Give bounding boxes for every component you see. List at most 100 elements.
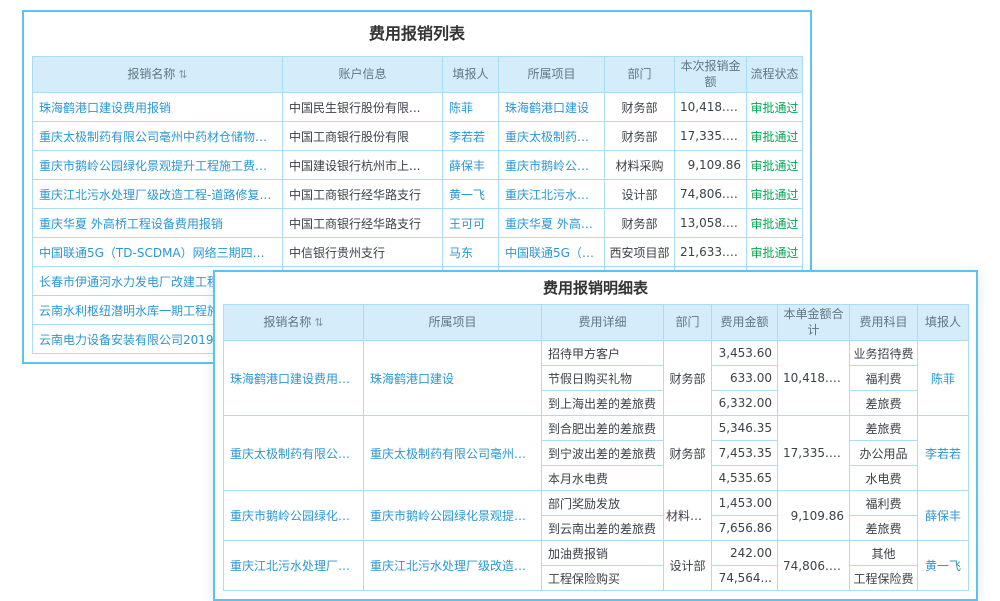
expense-amount-cell: 7,453.35 (712, 441, 778, 466)
table-row: 重庆市鹅岭公园绿化景观提升工程施工费用报销 中国建设银行杭州市上... 薛保丰 … (33, 151, 803, 180)
expense-detail-title: 费用报销明细表 (223, 272, 968, 304)
expense-detail-cell: 工程保险购买 (542, 566, 664, 591)
project-link[interactable]: 珠海鹤港口建设 (499, 93, 605, 122)
reporter-link[interactable]: 王可可 (443, 209, 499, 238)
project-link[interactable]: 重庆华夏 外高桥工程设备 (499, 209, 605, 238)
expense-subject-cell: 办公用品 (850, 441, 918, 466)
dept-cell: 财务部 (664, 341, 712, 416)
reporter-link[interactable]: 陈菲 (443, 93, 499, 122)
col-header-amount: 本次报销金额 (675, 57, 747, 93)
reimburse-name-link[interactable]: 中国联通5G（TD-SCDMA）网络三期四川工程费... (33, 238, 283, 267)
total-amount-cell: 9,109.86 (778, 491, 850, 541)
expense-detail-cell: 招待甲方客户 (542, 341, 664, 366)
dept-cell: 材料采购 (605, 151, 675, 180)
sort-icon[interactable]: ⇅ (178, 68, 187, 82)
col-header-status: 流程状态 (747, 57, 803, 93)
amount-cell: 13,058.45 (675, 209, 747, 238)
project-link[interactable]: 珠海鹤港口建设 (364, 341, 542, 416)
expense-detail-cell: 本月水电费 (542, 466, 664, 491)
expense-amount-cell: 5,346.35 (712, 416, 778, 441)
reporter-link[interactable]: 马东 (443, 238, 499, 267)
project-link[interactable]: 重庆太极制药有限公司亳州中... (499, 122, 605, 151)
expense-detail-cell: 部门奖励发放 (542, 491, 664, 516)
reimburse-name-link[interactable]: 重庆江北污水处理厂级改造工程-道路修复工程费用... (33, 180, 283, 209)
expense-detail-cell: 到上海出差的差旅费 (542, 391, 664, 416)
amount-cell: 9,109.86 (675, 151, 747, 180)
reporter-link[interactable]: 李若若 (443, 122, 499, 151)
status-cell: 审批通过 (747, 122, 803, 151)
reimburse-name-link[interactable]: 重庆市鹅岭公园绿化景观提升工程施工费用报销 (224, 491, 364, 541)
project-link[interactable]: 重庆江北污水处理厂级改造工... (499, 180, 605, 209)
col-header-account: 账户信息 (283, 57, 443, 93)
reimburse-name-link[interactable]: 珠海鹤港口建设费用报销 (33, 93, 283, 122)
expense-detail-cell: 节假日购买礼物 (542, 366, 664, 391)
reporter-link[interactable]: 李若若 (918, 416, 969, 491)
status-cell: 审批通过 (747, 209, 803, 238)
col-header-detail: 费用详细 (542, 305, 664, 341)
expense-amount-cell: 4,535.65 (712, 466, 778, 491)
col-header-dept: 部门 (605, 57, 675, 93)
col-header-project: 所属项目 (499, 57, 605, 93)
header-row: 报销名称⇅ 账户信息 填报人 所属项目 部门 本次报销金额 流程状态 (33, 57, 803, 93)
dept-cell: 设计部 (664, 541, 712, 591)
dept-cell: 财务部 (605, 209, 675, 238)
reimburse-name-link[interactable]: 重庆市鹅岭公园绿化景观提升工程施工费用报销 (33, 151, 283, 180)
table-row: 重庆江北污水处理厂级改造工程-道路修复工程费用... 中国工商银行经华路支行 黄… (33, 180, 803, 209)
reimburse-name-link[interactable]: 重庆华夏 外高桥工程设备费用报销 (33, 209, 283, 238)
account-cell: 中国工商银行股份有限 (283, 122, 443, 151)
expense-amount-cell: 7,656.86 (712, 516, 778, 541)
reporter-link[interactable]: 陈菲 (918, 341, 969, 416)
project-link[interactable]: 重庆太极制药有限公司亳州中药材仓储物流... (364, 416, 542, 491)
status-cell: 审批通过 (747, 180, 803, 209)
col-header-name-label: 报销名称 (263, 315, 311, 329)
reporter-link[interactable]: 黄一飞 (443, 180, 499, 209)
reporter-link[interactable]: 黄一飞 (918, 541, 969, 591)
col-header-name: 报销名称⇅ (224, 305, 364, 341)
reporter-link[interactable]: 薛保丰 (918, 491, 969, 541)
dept-cell: 财务部 (664, 416, 712, 491)
reimburse-name-link[interactable]: 重庆太极制药有限公司亳州中药材仓储物流基地项... (33, 122, 283, 151)
col-header-amount: 费用金额 (712, 305, 778, 341)
table-row: 中国联通5G（TD-SCDMA）网络三期四川工程费... 中信银行贵州支行 马东… (33, 238, 803, 267)
amount-cell: 10,418.60 (675, 93, 747, 122)
account-cell: 中国工商银行经华路支行 (283, 180, 443, 209)
project-link[interactable]: 重庆市鹅岭公园绿化景观提升... (499, 151, 605, 180)
expense-subject-cell: 福利费 (850, 366, 918, 391)
expense-detail-cell: 到云南出差的差旅费 (542, 516, 664, 541)
project-link[interactable]: 中国联通5G（TD-SCDMA）网... (499, 238, 605, 267)
expense-subject-cell: 福利费 (850, 491, 918, 516)
col-header-project: 所属项目 (364, 305, 542, 341)
total-amount-cell: 74,806.00 (778, 541, 850, 591)
reimburse-name-link[interactable]: 重庆太极制药有限公司亳州中药材仓储物流基地项目费用报销 (224, 416, 364, 491)
amount-cell: 21,633.00 (675, 238, 747, 267)
expense-list-title: 费用报销列表 (32, 12, 802, 56)
status-cell: 审批通过 (747, 151, 803, 180)
expense-amount-cell: 3,453.60 (712, 341, 778, 366)
table-row: 重庆市鹅岭公园绿化景观提升工程施工费用报销 重庆市鹅岭公园绿化景观提升工程施工 … (224, 491, 969, 516)
table-row: 重庆华夏 外高桥工程设备费用报销 中国工商银行经华路支行 王可可 重庆华夏 外高… (33, 209, 803, 238)
project-link[interactable]: 重庆市鹅岭公园绿化景观提升工程施工 (364, 491, 542, 541)
table-row: 重庆太极制药有限公司亳州中药材仓储物流基地项目费用报销 重庆太极制药有限公司亳州… (224, 416, 969, 441)
expense-subject-cell: 工程保险费 (850, 566, 918, 591)
expense-detail-panel: 费用报销明细表 报销名称⇅ 所属项目 费用详细 部门 费用金额 本单金额合计 费… (213, 270, 978, 601)
status-cell: 审批通过 (747, 93, 803, 122)
account-cell: 中信银行贵州支行 (283, 238, 443, 267)
dept-cell: 财务部 (605, 122, 675, 151)
col-header-reporter: 填报人 (918, 305, 969, 341)
col-header-name: 报销名称⇅ (33, 57, 283, 93)
expense-detail-cell: 加油费报销 (542, 541, 664, 566)
expense-subject-cell: 业务招待费 (850, 341, 918, 366)
total-amount-cell: 10,418.60 (778, 341, 850, 416)
sort-icon[interactable]: ⇅ (314, 316, 323, 330)
reimburse-name-link[interactable]: 珠海鹤港口建设费用报销 (224, 341, 364, 416)
col-header-reporter: 填报人 (443, 57, 499, 93)
dept-cell: 设计部 (605, 180, 675, 209)
col-header-dept: 部门 (664, 305, 712, 341)
expense-subject-cell: 差旅费 (850, 416, 918, 441)
project-link[interactable]: 重庆江北污水处理厂级改造工程-道路修复工 (364, 541, 542, 591)
reimburse-name-link[interactable]: 重庆江北污水处理厂级改造工程-道路修复工程费用报销 (224, 541, 364, 591)
reporter-link[interactable]: 薛保丰 (443, 151, 499, 180)
table-row: 珠海鹤港口建设费用报销 中国民生银行股份有限... 陈菲 珠海鹤港口建设 财务部… (33, 93, 803, 122)
expense-amount-cell: 242.00 (712, 541, 778, 566)
col-header-name-label: 报销名称 (127, 67, 175, 81)
